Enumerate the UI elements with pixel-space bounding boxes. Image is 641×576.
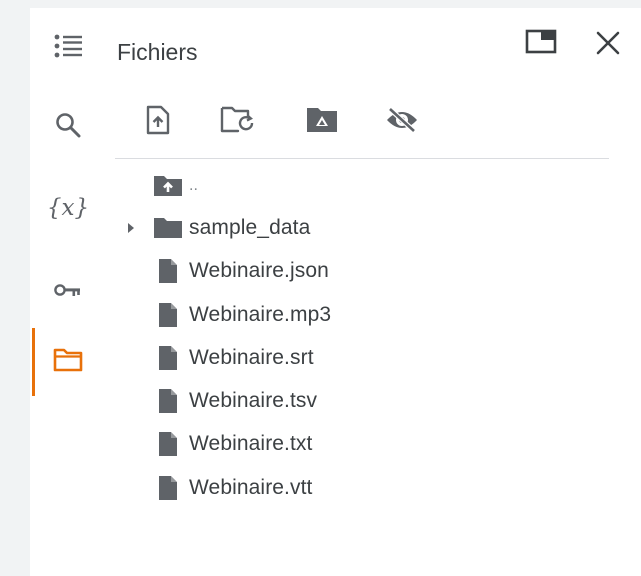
- files-panel: {x} Fichiers .. sample_data Webinaire.js…: [30, 8, 641, 576]
- file-name: Webinaire.tsv: [189, 389, 318, 412]
- file-icon: [147, 345, 189, 371]
- file-icon: [147, 388, 189, 414]
- toc-icon: [53, 33, 83, 64]
- file-icon: [147, 258, 189, 284]
- file-name: Webinaire.txt: [189, 432, 313, 455]
- table-of-contents-button[interactable]: [30, 20, 106, 76]
- file-name: Webinaire.json: [189, 259, 329, 282]
- search-button[interactable]: [30, 99, 106, 155]
- file-name: Webinaire.mp3: [189, 303, 332, 326]
- file-name: Webinaire.srt: [189, 346, 314, 369]
- secrets-button[interactable]: [30, 264, 106, 320]
- tree-item-file[interactable]: Webinaire.mp3: [115, 295, 609, 335]
- expand-caret-icon[interactable]: [115, 222, 147, 234]
- close-button[interactable]: [595, 30, 621, 61]
- upload-file-icon: [146, 105, 170, 140]
- refresh-folder-icon: [220, 106, 256, 139]
- file-icon: [147, 302, 189, 328]
- variables-button[interactable]: {x}: [30, 180, 106, 236]
- side-rail: {x}: [30, 8, 106, 576]
- close-icon: [595, 31, 621, 60]
- file-name: sample_data: [189, 216, 311, 239]
- tree-item-file[interactable]: Webinaire.json: [115, 251, 609, 291]
- search-icon: [54, 111, 82, 144]
- file-icon: [147, 475, 189, 501]
- hide-files-button[interactable]: [382, 102, 422, 142]
- tree-item-file[interactable]: Webinaire.srt: [115, 338, 609, 378]
- tree-item-sample-data[interactable]: sample_data: [115, 208, 609, 248]
- tree-item-file[interactable]: Webinaire.txt: [115, 424, 609, 464]
- folder-icon: [53, 348, 83, 377]
- variables-icon: {x}: [46, 195, 90, 221]
- tree-item-file[interactable]: Webinaire.tsv: [115, 381, 609, 421]
- mount-drive-icon: [306, 107, 338, 138]
- parent-folder-row[interactable]: ..: [115, 166, 609, 206]
- parent-folder-label: ..: [189, 177, 199, 194]
- file-name: Webinaire.vtt: [189, 476, 313, 499]
- open-in-tab-button[interactable]: [525, 28, 559, 61]
- folder-icon: [147, 217, 189, 239]
- key-icon: [54, 282, 82, 303]
- mount-drive-button[interactable]: [302, 102, 342, 142]
- tree-item-file[interactable]: Webinaire.vtt: [115, 468, 609, 508]
- toolbar-divider: [115, 158, 609, 159]
- files-button[interactable]: [30, 328, 106, 396]
- file-icon: [147, 431, 189, 457]
- panel-title: Fichiers: [117, 39, 198, 65]
- folder-up-icon: [147, 175, 189, 197]
- hide-files-icon: [385, 106, 419, 139]
- upload-button[interactable]: [138, 102, 178, 142]
- refresh-button[interactable]: [218, 102, 258, 142]
- open-in-tab-icon: [525, 29, 559, 60]
